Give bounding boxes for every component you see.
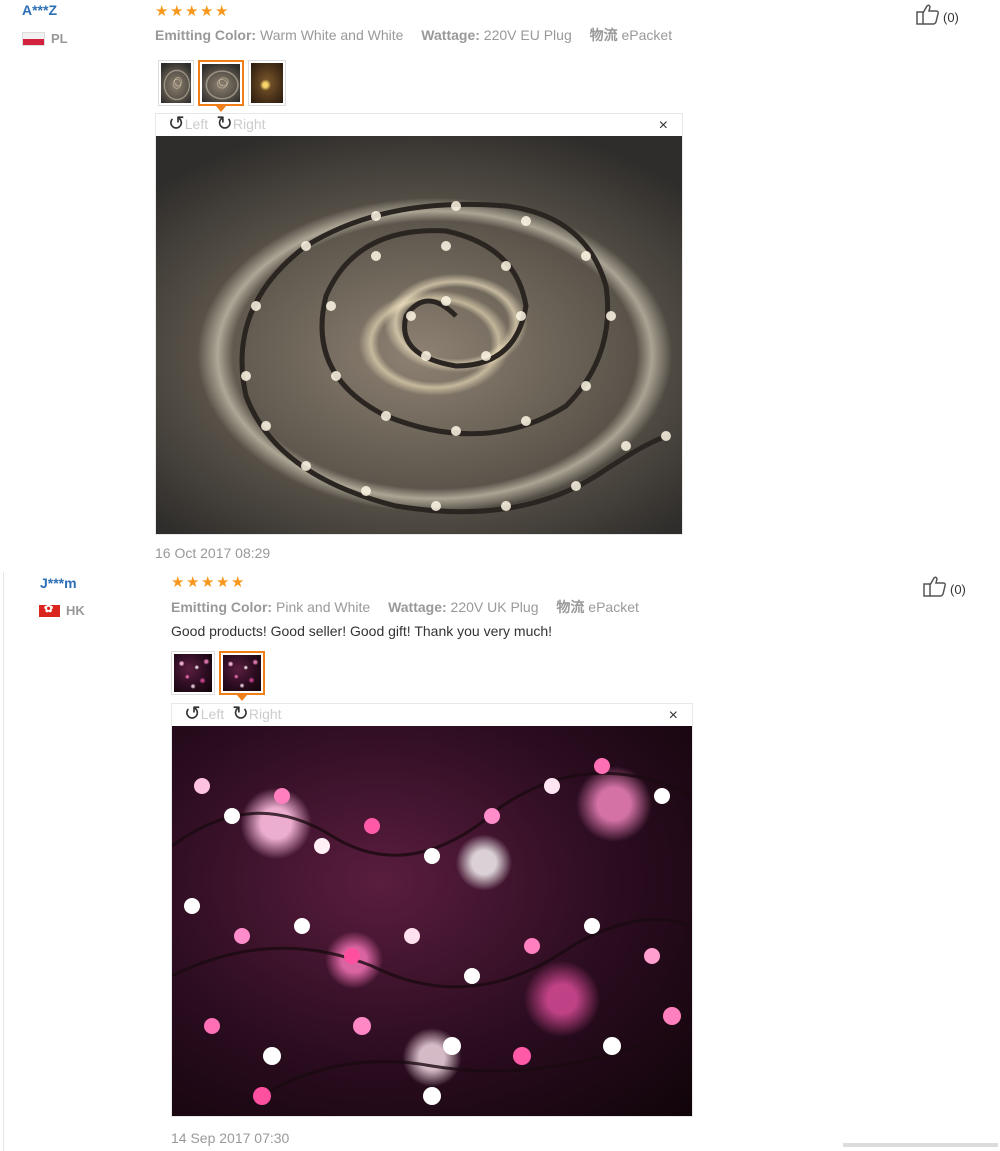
star-icon: ★ [185,3,199,20]
rotate-left-button[interactable]: Left [185,116,208,132]
reviewer-name[interactable]: J***m [40,575,77,591]
attr-value-wattage: 220V UK Plug [450,599,539,615]
review-item: A***Z PL ★ ★ ★ ★ ★ Emitting Color: Warm … [0,0,1000,568]
helpful-count: (0) [950,582,966,597]
reviewer-country: HK [39,602,85,618]
star-icon: ★ [186,574,200,591]
photo-viewer: ↺ Left ↻ Right × [155,113,683,535]
photo-thumbnails [158,60,286,106]
thumbs-up-icon [916,4,939,25]
photo-thumbnail[interactable] [248,60,286,106]
attr-key-color: Emitting Color: [171,599,273,615]
star-rating: ★ ★ ★ ★ ★ [155,4,230,19]
hong-kong-flag-icon [39,602,60,617]
review-item: J***m HK ★ ★ ★ ★ ★ Emitting Color: Pink … [0,572,1000,1151]
reviewer-name[interactable]: A***Z [22,2,57,18]
photo-thumbnail-active[interactable] [219,651,265,695]
reviewer-country: PL [22,31,68,46]
review-date: 14 Sep 2017 07:30 [171,1130,290,1146]
photo-thumbnail[interactable] [158,60,194,106]
viewer-toolbar: ↺ Left ↻ Right [168,114,274,134]
rotate-left-button[interactable]: Left [201,706,224,722]
country-code: PL [51,31,68,46]
attr-key-logistics: 物流 [589,27,618,43]
helpful-button[interactable]: (0) [916,3,959,25]
photo-thumbnail[interactable] [171,651,215,695]
order-attributes: Emitting Color: Warm White and White Wat… [155,25,686,45]
rotate-left-icon[interactable]: ↺ [184,704,201,724]
star-icon: ★ [170,3,184,20]
close-icon[interactable]: × [659,117,668,135]
rotate-right-icon[interactable]: ↻ [232,704,249,724]
viewer-toolbar: ↺ Left ↻ Right [184,704,290,724]
attr-key-wattage: Wattage: [421,27,480,43]
rotate-right-button[interactable]: Right [249,706,282,722]
review-date: 16 Oct 2017 08:29 [155,545,271,561]
star-icon: ★ [215,3,229,20]
country-code: HK [66,603,85,618]
attr-key-wattage: Wattage: [388,599,447,615]
divider [3,572,4,1151]
star-icon: ★ [231,574,245,591]
attr-value-logistics: ePacket [588,599,639,615]
order-attributes: Emitting Color: Pink and White Wattage: … [171,597,653,617]
attr-key-logistics: 物流 [556,599,585,615]
review-text: Good products! Good seller! Good gift! T… [171,623,553,639]
poland-flag-icon [22,31,45,46]
rotate-left-icon[interactable]: ↺ [168,114,185,134]
attr-value-wattage: 220V EU Plug [483,27,572,43]
thumbs-up-icon [923,576,946,597]
light-spiral-graphic [239,201,672,515]
photo-thumbnail-active[interactable] [198,60,244,106]
attr-value-color: Warm White and White [260,27,404,43]
star-icon: ★ [171,574,185,591]
attr-value-logistics: ePacket [621,27,673,43]
close-icon[interactable]: × [669,707,678,725]
attr-key-color: Emitting Color: [155,27,257,43]
star-icon: ★ [200,3,214,20]
star-rating: ★ ★ ★ ★ ★ [171,575,246,590]
photo-thumbnails [171,651,265,695]
rotate-right-icon[interactable]: ↻ [216,114,233,134]
star-icon: ★ [155,3,169,20]
star-icon: ★ [216,574,230,591]
star-icon: ★ [201,574,215,591]
review-photo [156,136,682,534]
review-photo [172,726,692,1116]
horizontal-scrollbar[interactable] [843,1143,998,1147]
rotate-right-button[interactable]: Right [233,116,266,132]
helpful-button[interactable]: (0) [923,575,966,597]
photo-viewer: ↺ Left ↻ Right × [171,703,693,1117]
pink-lights-graphic [172,758,692,1116]
attr-value-color: Pink and White [276,599,371,615]
helpful-count: (0) [943,10,959,25]
